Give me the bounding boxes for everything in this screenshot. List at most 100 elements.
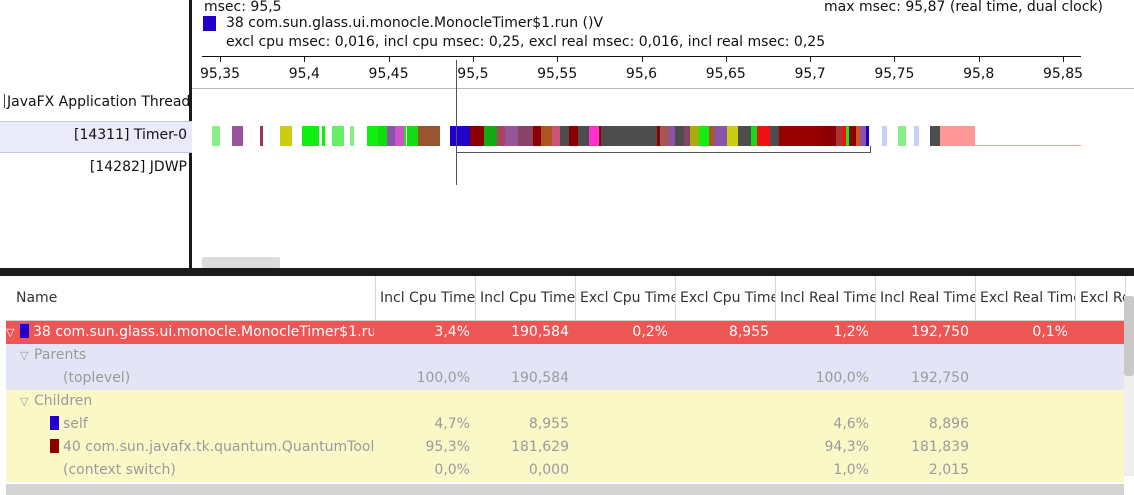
- timeline-segment[interactable]: [738, 126, 751, 146]
- timeline-segment[interactable]: [518, 126, 533, 146]
- timeline-pane[interactable]: msec: 95,5 max msec: 95,87 (real time, d…: [192, 0, 1134, 268]
- column-header[interactable]: Name: [6, 276, 376, 320]
- time-cursor-line[interactable]: [456, 60, 457, 185]
- column-header[interactable]: Incl Real Time: [876, 276, 976, 320]
- timeline-segment[interactable]: [770, 126, 779, 146]
- timeline-segment[interactable]: [322, 126, 325, 146]
- timeline-scrollbar[interactable]: [202, 257, 280, 268]
- timeline-segment[interactable]: [387, 126, 395, 146]
- row-value-cell: 1,2%: [833, 324, 869, 340]
- column-header[interactable]: Excl Real Time: [976, 276, 1076, 320]
- timeline-segment[interactable]: [450, 126, 470, 146]
- timeline-segment[interactable]: [690, 126, 699, 146]
- row-value-cell: 8,955: [528, 416, 569, 432]
- timeline-segment[interactable]: [212, 126, 220, 146]
- timeline-segment[interactable]: [497, 126, 505, 146]
- timeline-segment[interactable]: [898, 126, 906, 146]
- timeline-segment[interactable]: [930, 126, 940, 146]
- timeline-segment[interactable]: [395, 126, 404, 146]
- table-row[interactable]: ▽ Children: [6, 390, 1124, 413]
- row-name-cell: 40 com.sun.javafx.tk.quantum.QuantumTool…: [50, 436, 374, 459]
- expand-triangle-icon[interactable]: ▽: [20, 344, 34, 367]
- row-value-cell: 0,000: [528, 462, 569, 478]
- timeline-segment[interactable]: [505, 126, 518, 146]
- timeline-segment[interactable]: [569, 126, 578, 146]
- row-value-cell: 4,7%: [434, 416, 470, 432]
- timeline-segment[interactable]: [418, 126, 440, 146]
- row-value-cell: 0,0%: [434, 462, 470, 478]
- row-value-cell: 181,629: [511, 439, 569, 455]
- timeline-segment[interactable]: [470, 126, 484, 146]
- timeline-segment[interactable]: [404, 126, 406, 146]
- timeline-segment[interactable]: [866, 126, 869, 146]
- axis-tick-label: 95,45: [368, 66, 409, 82]
- pane-horizontal-divider[interactable]: [0, 268, 1134, 276]
- timeline-segment[interactable]: [367, 126, 378, 146]
- axis-tick-label: 95,7: [794, 66, 826, 82]
- timeline-segment[interactable]: [821, 126, 836, 146]
- timeline-segment[interactable]: [578, 126, 589, 146]
- table-row-selected[interactable]: ▽ 38 com.sun.glass.ui.monocle.MonocleTime…: [6, 321, 1124, 344]
- timeline-segment[interactable]: [727, 126, 738, 146]
- max-msec: max msec: 95,87 (real time, dual clock): [824, 0, 1103, 15]
- table-row[interactable]: 40 com.sun.javafx.tk.quantum.QuantumTool…: [6, 436, 1124, 459]
- timeline-segment[interactable]: [378, 126, 387, 146]
- timeline-segment[interactable]: [940, 126, 975, 146]
- column-header[interactable]: Incl Real Time: [776, 276, 876, 320]
- timeline-segment[interactable]: [699, 126, 709, 146]
- timeline-segment[interactable]: [757, 126, 770, 146]
- thread-label-text: JavaFX Application Thread: [7, 94, 191, 110]
- expand-triangle-icon[interactable]: ▽: [6, 321, 20, 344]
- selected-method-name: 38 com.sun.glass.ui.monocle.MonocleTimer…: [226, 15, 604, 31]
- row-name-cell: (toplevel): [50, 367, 374, 390]
- timeline-segment[interactable]: [280, 126, 292, 146]
- timeline-segment[interactable]: [601, 126, 657, 146]
- timeline-segment[interactable]: [350, 126, 354, 146]
- timeline-segment[interactable]: [589, 126, 599, 146]
- timeline-segment[interactable]: [332, 126, 344, 146]
- column-header[interactable]: Incl Cpu Time: [476, 276, 576, 320]
- axis-tick: [810, 56, 812, 62]
- timeline-segment[interactable]: [260, 126, 263, 146]
- column-header[interactable]: Excl Cpu Time: [576, 276, 676, 320]
- axis-tick: [978, 56, 980, 62]
- selection-bracket: [456, 152, 870, 153]
- timeline-segment[interactable]: [533, 126, 541, 146]
- table-row[interactable]: self 4,7% 8,955 4,6% 8,896: [6, 413, 1124, 436]
- timeline-segment[interactable]: [484, 126, 497, 146]
- thread-label-javafx[interactable]: JavaFX Application Thread: [4, 94, 191, 110]
- axis-tick: [557, 56, 559, 62]
- timeline-segment[interactable]: [914, 126, 919, 146]
- table-row[interactable]: (toplevel) 100,0% 190,584 100,0% 192,750: [6, 367, 1124, 390]
- row-value-cell: 4,6%: [833, 416, 869, 432]
- timeline-segment[interactable]: [675, 126, 684, 146]
- method-color-swatch: [50, 416, 59, 430]
- table-horizontal-scrollbar[interactable]: [6, 484, 1124, 495]
- timer0-track[interactable]: [192, 126, 1134, 148]
- row-value-cell: 100,0%: [815, 370, 869, 386]
- thread-label-timer0[interactable]: [14311] Timer-0: [4, 127, 187, 143]
- column-header[interactable]: Excl Cpu Time: [676, 276, 776, 320]
- table-row[interactable]: (context switch) 0,0% 0,000 1,0% 2,015: [6, 459, 1124, 482]
- timeline-segment[interactable]: [882, 126, 887, 146]
- row-name-text: 40 com.sun.javafx.tk.quantum.QuantumTool…: [63, 439, 374, 455]
- row-value-cell: 190,584: [511, 370, 569, 386]
- thread-label-jdwp[interactable]: [14282] JDWP: [4, 159, 187, 175]
- timeline-segment[interactable]: [560, 126, 569, 146]
- table-vertical-scrollbar-thumb[interactable]: [1124, 296, 1134, 376]
- timeline-segment[interactable]: [552, 126, 560, 146]
- axis-tick-label: 95,65: [705, 66, 746, 82]
- timeline-segment[interactable]: [541, 126, 552, 146]
- timeline-segment[interactable]: [715, 126, 727, 146]
- row-name-cell: ▽ Parents: [20, 344, 374, 367]
- row-value-cell: 8,896: [928, 416, 969, 432]
- timeline-segment[interactable]: [302, 126, 319, 146]
- timeline-segment[interactable]: [849, 126, 856, 146]
- timeline-segment[interactable]: [660, 126, 669, 146]
- column-header[interactable]: Excl Re: [1076, 276, 1126, 320]
- expand-triangle-icon[interactable]: ▽: [20, 390, 34, 413]
- table-row[interactable]: ▽ Parents: [6, 344, 1124, 367]
- column-header[interactable]: Incl Cpu Time: [376, 276, 476, 320]
- timeline-segment[interactable]: [232, 126, 243, 146]
- timeline-segment[interactable]: [779, 126, 821, 146]
